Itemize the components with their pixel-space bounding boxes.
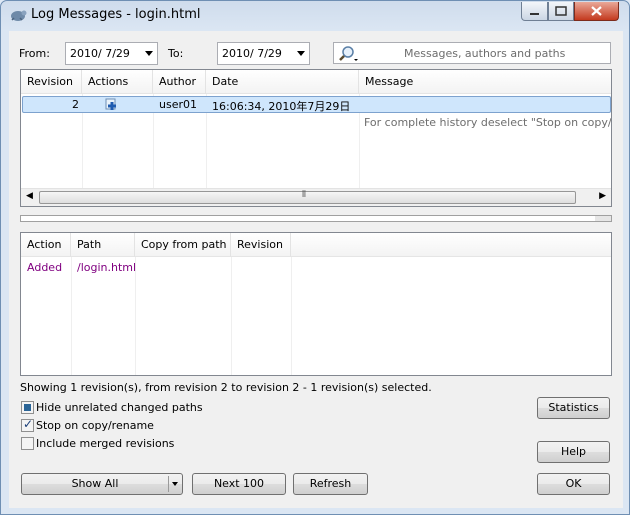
changed-path-action: Added bbox=[27, 261, 63, 274]
col-header-actions[interactable]: Actions bbox=[82, 70, 153, 94]
dialog-client: From: 2010/ 7/29 To: 2010/ 7/29 Messages… bbox=[9, 31, 623, 508]
include-merged-label[interactable]: Include merged revisions bbox=[36, 437, 174, 450]
include-merged-checkbox[interactable] bbox=[21, 437, 34, 450]
log-row-selected[interactable]: 2 user01 16:06:34, 2010年7月29日 bbox=[22, 96, 611, 113]
help-button[interactable]: Help bbox=[537, 441, 610, 463]
search-placeholder: Messages, authors and paths bbox=[404, 47, 566, 60]
to-label: To: bbox=[168, 47, 184, 60]
tortoise-app-icon bbox=[11, 10, 27, 21]
log-list-hscrollbar[interactable]: ◀ ⦀ ▶ bbox=[21, 188, 611, 206]
ok-button[interactable]: OK bbox=[537, 473, 610, 495]
col-header-copy-from[interactable]: Copy from path bbox=[135, 233, 231, 257]
stop-on-copy-label[interactable]: Stop on copy/rename bbox=[36, 419, 154, 432]
search-box[interactable]: Messages, authors and paths bbox=[333, 42, 611, 64]
show-all-label[interactable]: Show All bbox=[22, 474, 168, 494]
hide-unrelated-label[interactable]: Hide unrelated changed paths bbox=[36, 401, 203, 414]
history-hint: For complete history deselect "Stop on c… bbox=[364, 116, 612, 129]
maximize-icon bbox=[555, 6, 567, 16]
log-list[interactable]: Revision Actions Author Date Message 2 u… bbox=[20, 69, 612, 207]
changed-path-row[interactable]: Added /login.html bbox=[21, 260, 611, 276]
scroll-right-icon[interactable]: ▶ bbox=[599, 191, 606, 201]
refresh-button[interactable]: Refresh bbox=[293, 473, 368, 495]
from-date-picker[interactable]: 2010/ 7/29 bbox=[65, 42, 158, 65]
add-plus-icon bbox=[105, 98, 116, 110]
chevron-down-icon[interactable] bbox=[297, 51, 305, 56]
col-header-revision[interactable]: Revision bbox=[231, 233, 291, 257]
to-date-picker[interactable]: 2010/ 7/29 bbox=[217, 42, 310, 65]
col-header-action[interactable]: Action bbox=[21, 233, 71, 257]
from-label: From: bbox=[19, 47, 50, 60]
search-icon[interactable] bbox=[338, 45, 360, 63]
changed-paths-list[interactable]: Action Path Copy from path Revision Adde… bbox=[20, 232, 612, 376]
log-list-header: Revision Actions Author Date Message bbox=[21, 70, 611, 94]
col-header-author[interactable]: Author bbox=[153, 70, 206, 94]
title-bar[interactable]: Log Messages - login.html bbox=[1, 1, 629, 29]
changed-paths-header: Action Path Copy from path Revision bbox=[21, 233, 611, 257]
close-button[interactable] bbox=[574, 2, 619, 21]
col-header-date[interactable]: Date bbox=[206, 70, 359, 94]
chevron-down-icon[interactable] bbox=[145, 51, 153, 56]
status-text: Showing 1 revision(s), from revision 2 t… bbox=[20, 381, 432, 394]
log-messages-window: Log Messages - login.html From: 2010/ 7/… bbox=[0, 0, 630, 515]
to-date-value: 2010/ 7/29 bbox=[222, 47, 282, 60]
stop-on-copy-checkbox[interactable] bbox=[21, 417, 34, 432]
col-header-message[interactable]: Message bbox=[359, 70, 611, 94]
col-header-revision[interactable]: Revision bbox=[21, 70, 82, 94]
minimize-button[interactable] bbox=[521, 2, 548, 21]
log-row-author: user01 bbox=[159, 98, 197, 111]
statistics-button[interactable]: Statistics bbox=[537, 397, 610, 419]
split-divider bbox=[168, 476, 169, 492]
minimize-icon bbox=[530, 13, 539, 15]
message-splitter[interactable] bbox=[20, 215, 612, 222]
splitter-scroll-stub bbox=[595, 216, 611, 221]
log-row-date: 16:06:34, 2010年7月29日 bbox=[212, 100, 351, 113]
scroll-thumb[interactable]: ⦀ bbox=[39, 190, 576, 204]
chevron-down-icon[interactable] bbox=[172, 482, 178, 486]
from-date-value: 2010/ 7/29 bbox=[70, 47, 130, 60]
hide-unrelated-checkbox[interactable] bbox=[21, 401, 34, 414]
changed-path-path: /login.html bbox=[77, 261, 137, 274]
grip-icon: ⦀ bbox=[302, 190, 306, 200]
next-100-button[interactable]: Next 100 bbox=[192, 473, 286, 495]
show-all-split-button[interactable]: Show All bbox=[21, 473, 183, 495]
log-row-revision: 2 bbox=[72, 98, 79, 111]
window-title: Log Messages - login.html bbox=[31, 7, 201, 22]
maximize-button[interactable] bbox=[548, 2, 574, 21]
close-icon bbox=[591, 6, 602, 16]
scroll-left-icon[interactable]: ◀ bbox=[26, 191, 33, 201]
col-header-path[interactable]: Path bbox=[71, 233, 135, 257]
